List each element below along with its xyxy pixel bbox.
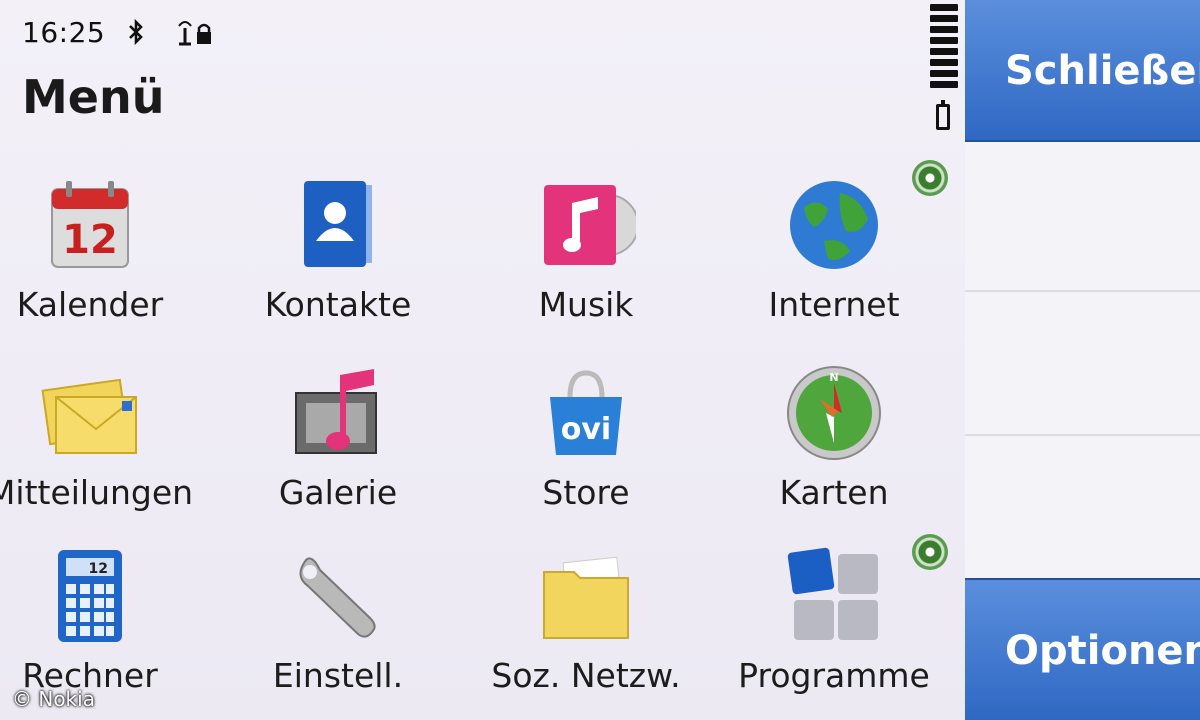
app-musik[interactable]: Musik	[466, 175, 706, 324]
app-mitteilungen[interactable]: Mitteilungen	[0, 363, 210, 512]
app-label: Soz. Netzw.	[491, 656, 681, 695]
app-einstellungen[interactable]: Einstell.	[218, 546, 458, 695]
calendar-icon: 12	[51, 181, 129, 268]
signal-strength-indicator	[930, 4, 958, 92]
globe-icon	[790, 181, 878, 269]
wrench-icon	[299, 557, 376, 638]
battery-icon	[936, 100, 950, 130]
music-icon	[544, 185, 636, 265]
app-label: Mitteilungen	[0, 473, 194, 512]
app-kalender[interactable]: 12 Kalender	[0, 175, 210, 324]
app-label: Einstell.	[272, 656, 404, 695]
home-menu-screen: 16:25 Menü 12 Kalender Kontakte Musik In…	[0, 0, 965, 720]
envelope-icon	[41, 378, 137, 454]
app-label: Kalender	[16, 285, 164, 324]
status-bar: 16:25	[22, 12, 215, 52]
bluetooth-icon	[129, 18, 144, 46]
app-label: Programme	[738, 656, 930, 695]
calculator-icon: 12	[58, 550, 122, 642]
app-programme[interactable]: Programme	[714, 546, 954, 695]
compass-icon: N	[787, 366, 881, 460]
app-karten[interactable]: N Karten	[714, 363, 954, 512]
svg-text:N: N	[829, 371, 838, 384]
apps-grid-icon	[787, 547, 878, 640]
app-galerie[interactable]: Galerie	[218, 363, 458, 512]
network-lock-icon	[178, 21, 212, 46]
app-label: Musik	[538, 285, 634, 324]
options-softkey-button[interactable]: Optionen	[965, 578, 1200, 720]
app-soziale-netzwerke[interactable]: Soz. Netzw.	[466, 546, 706, 695]
softkey-panel: Schließen Optionen	[965, 0, 1200, 720]
app-label: Internet	[768, 285, 900, 324]
ovi-badge: ovi	[561, 412, 611, 447]
app-kontakte[interactable]: Kontakte	[218, 175, 458, 324]
page-title: Menü	[22, 70, 165, 124]
app-internet[interactable]: Internet	[714, 175, 954, 324]
clock: 16:25	[22, 15, 106, 49]
app-label: Kontakte	[264, 285, 412, 324]
calendar-day: 12	[62, 217, 118, 263]
softkey-divider	[965, 434, 1200, 436]
app-label: Galerie	[278, 473, 398, 512]
app-label: Karten	[779, 473, 889, 512]
calculator-display: 12	[89, 561, 108, 577]
app-rechner[interactable]: 12 Rechner	[0, 546, 210, 695]
contacts-icon	[304, 181, 372, 267]
folder-icon	[543, 556, 629, 639]
gallery-icon	[295, 369, 377, 454]
app-store[interactable]: ovi Store	[466, 363, 706, 512]
close-softkey-button[interactable]: Schließen	[965, 0, 1200, 142]
store-bag-icon: ovi	[550, 370, 622, 455]
softkey-divider	[965, 290, 1200, 292]
copyright-watermark: © Nokia	[12, 687, 95, 711]
app-label: Store	[542, 473, 630, 512]
